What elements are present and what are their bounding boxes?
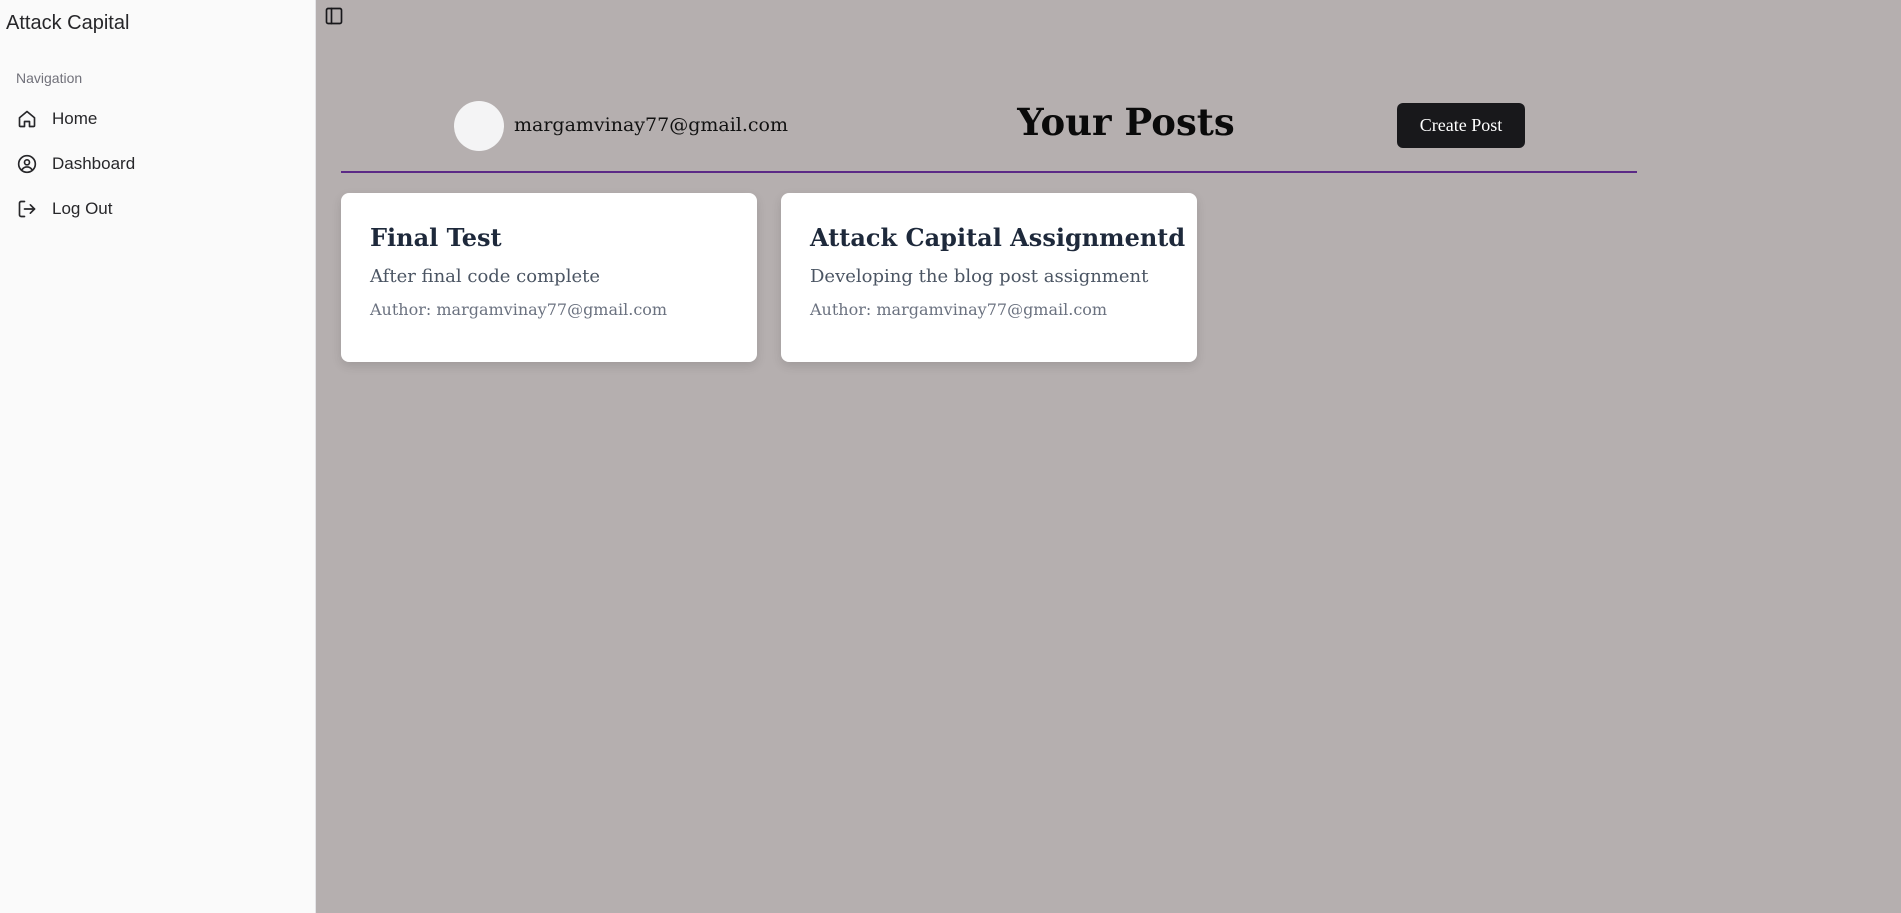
create-post-button[interactable]: Create Post	[1397, 103, 1525, 148]
user-circle-icon	[16, 153, 38, 175]
user-email: margamvinay77@gmail.com	[514, 114, 789, 136]
post-description: Developing the blog post assignment	[810, 266, 1149, 287]
post-author: Author: margamvinay77@gmail.com	[810, 300, 1108, 319]
sidebar-item-label: Dashboard	[52, 154, 136, 173]
log-out-icon	[16, 198, 38, 220]
header-divider	[341, 171, 1637, 173]
page-title: Your Posts	[1017, 100, 1235, 144]
post-description: After final code complete	[370, 266, 600, 287]
sidebar-item-logout[interactable]: Log Out	[8, 191, 306, 227]
avatar	[454, 101, 504, 151]
sidebar-item-home[interactable]: Home	[8, 101, 306, 137]
post-title: Attack Capital Assignmentd	[810, 223, 1186, 252]
brand-title[interactable]: Attack Capital	[6, 12, 129, 35]
post-author: Author: margamvinay77@gmail.com	[370, 300, 668, 319]
sidebar-item-dashboard[interactable]: Dashboard	[8, 146, 306, 182]
post-card[interactable]: Attack Capital Assignmentd Developing th…	[781, 193, 1197, 362]
main-content: margamvinay77@gmail.com Your Posts Creat…	[316, 0, 1901, 913]
sidebar-toggle-button[interactable]	[322, 6, 346, 30]
sidebar: Attack Capital Navigation Home Dashboard	[0, 0, 316, 913]
sidebar-item-label: Log Out	[52, 199, 113, 218]
sidebar-item-label: Home	[52, 109, 98, 128]
post-title: Final Test	[370, 223, 502, 252]
sidebar-toggle-icon	[324, 6, 344, 31]
nav-group-label: Navigation	[16, 70, 83, 86]
post-card[interactable]: Final Test After final code complete Aut…	[341, 193, 757, 362]
home-icon	[16, 108, 38, 130]
